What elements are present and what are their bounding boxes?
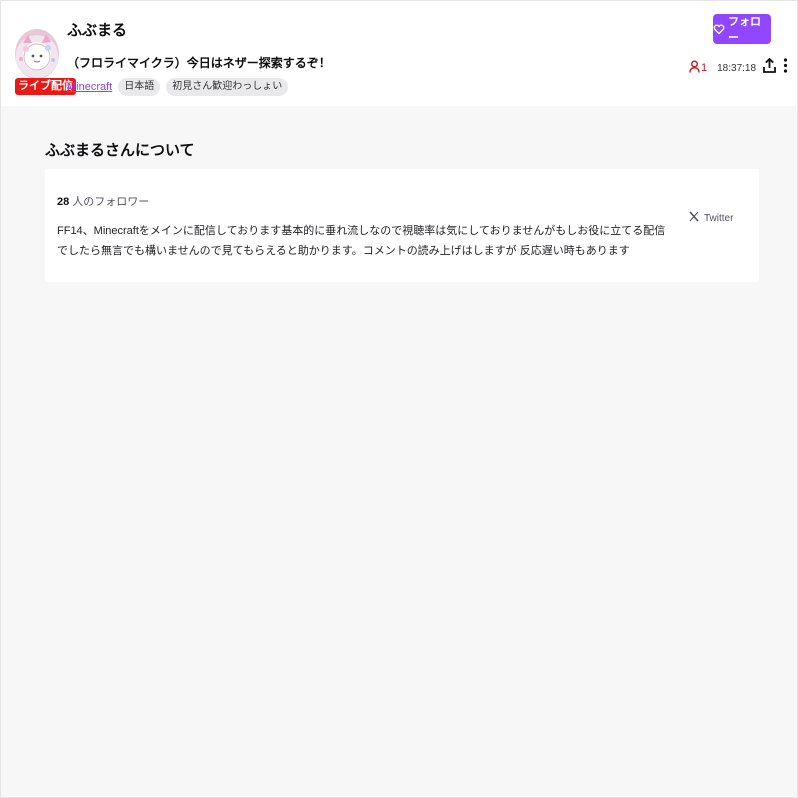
viewer-count: 1 [689, 60, 707, 76]
stream-meta: Minecraft 日本語 初見さん歓迎わっしょい [67, 78, 289, 96]
follow-button[interactable]: フォロー [713, 14, 771, 44]
twitter-link[interactable]: Twitter [689, 211, 733, 225]
channel-avatar[interactable] [15, 29, 59, 81]
tag-newcomers-welcome[interactable]: 初見さん歓迎わっしょい [166, 78, 289, 96]
stream-title: （フロライマイクラ）今日はネザー探索するぞ！ [67, 56, 331, 70]
about-panel: 28 人のフォロワー FF14、Minecraftをメインに配信しております基本… [45, 169, 759, 282]
heart-icon [713, 23, 725, 35]
share-button[interactable] [763, 57, 776, 78]
about-heading: ふぶまるさんについて [45, 142, 195, 159]
more-options-button[interactable] [783, 58, 788, 78]
stream-stats: 1 18:37:18 [689, 57, 788, 78]
person-icon [689, 60, 700, 76]
follower-count-label: 人のフォロワー [72, 196, 150, 208]
channel-header: ライブ配信 ふぶまる （フロライマイクラ）今日はネザー探索するぞ！ Minecr… [1, 1, 797, 106]
stream-uptime: 18:37:18 [717, 62, 757, 74]
x-logo-icon [689, 211, 699, 225]
channel-description: FF14、Minecraftをメインに配信しております基本的に垂れ流しなので視聴… [57, 225, 666, 257]
twitter-link-label: Twitter [704, 212, 734, 224]
follow-label: フォロー [728, 16, 761, 44]
share-icon [763, 57, 776, 78]
follower-count: 28 人のフォロワー [57, 193, 149, 209]
follower-count-value: 28 [57, 196, 70, 208]
game-link[interactable]: Minecraft [67, 81, 112, 93]
tag-japanese[interactable]: 日本語 [118, 78, 161, 96]
channel-name[interactable]: ふぶまる [67, 19, 127, 40]
avatar-image [15, 29, 59, 79]
more-vertical-icon [783, 58, 788, 78]
viewer-count-value: 1 [701, 62, 708, 74]
